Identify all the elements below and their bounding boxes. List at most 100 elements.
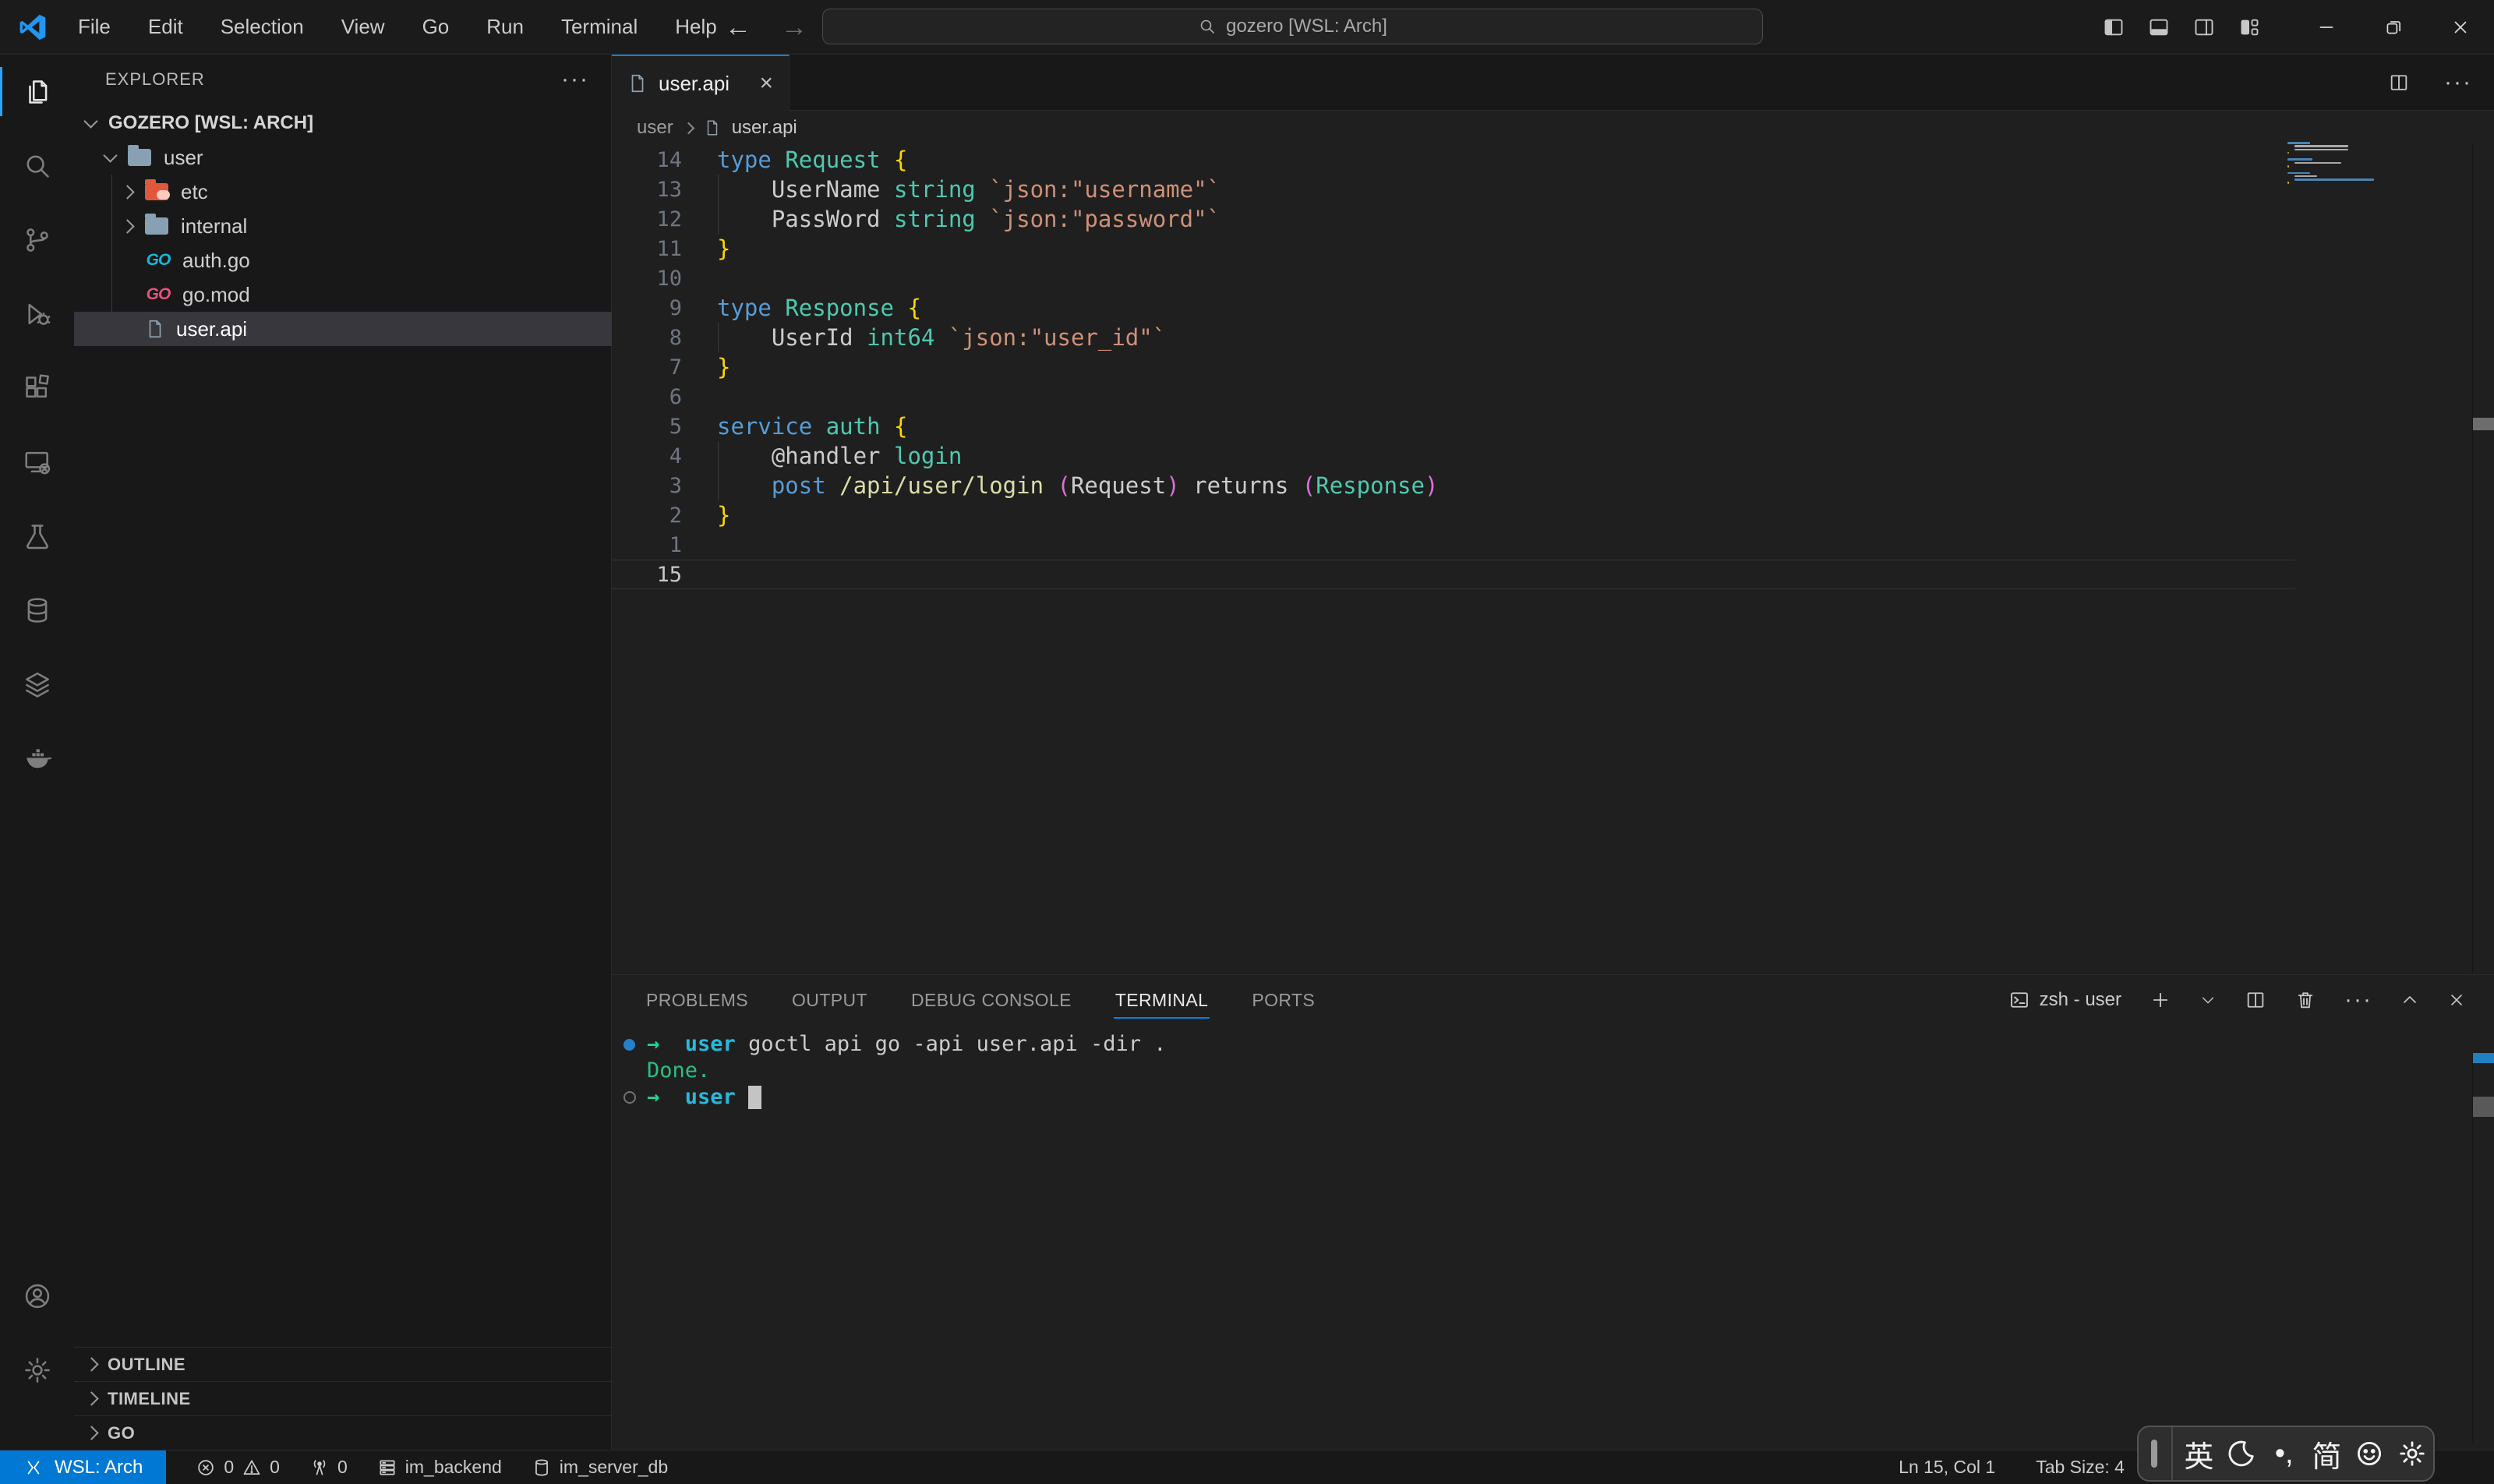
window-close-button[interactable] (2427, 0, 2494, 55)
section-go[interactable]: GO (74, 1415, 612, 1450)
toggle-sidebar-icon[interactable] (2103, 16, 2125, 38)
menu-run[interactable]: Run (471, 10, 539, 44)
database-status[interactable]: im_server_db (532, 1457, 668, 1478)
ime-drag-handle[interactable] (2151, 1440, 2157, 1468)
problems-status[interactable]: 0 0 (196, 1457, 280, 1478)
tree-item-user[interactable]: user (74, 140, 612, 175)
activity-docker-icon[interactable] (0, 721, 74, 795)
command-decoration-success[interactable] (624, 1039, 647, 1051)
terminal-dropdown-chevron-icon[interactable] (2199, 991, 2217, 1009)
tree-item-etc[interactable]: etc (74, 175, 612, 209)
activity-run-debug-icon[interactable] (0, 277, 74, 351)
editor-overview-ruler (2472, 145, 2473, 974)
cursor-position[interactable]: Ln 15, Col 1 (1899, 1457, 1995, 1478)
menu-view[interactable]: View (326, 10, 401, 44)
code-line: 4 @handler login (612, 441, 2494, 471)
code-text: type Request { (682, 145, 907, 175)
database-icon (532, 1458, 552, 1478)
activity-source-control-icon[interactable] (0, 203, 74, 277)
activity-settings-gear-icon[interactable] (0, 1333, 74, 1407)
tree-item-user-api[interactable]: user.api (74, 312, 612, 346)
panel-more-actions-icon[interactable]: ··· (2344, 987, 2372, 1013)
new-terminal-plus-icon[interactable] (2150, 989, 2171, 1011)
command-decoration-pending[interactable] (624, 1091, 647, 1104)
activity-extensions-icon[interactable] (0, 351, 74, 425)
editor-more-actions-icon[interactable]: ··· (2444, 69, 2472, 96)
chevron-right-icon (682, 122, 694, 134)
tab-user-api[interactable]: user.api × (612, 55, 790, 111)
terminal-instance[interactable]: zsh - user (2008, 989, 2121, 1011)
activity-database-icon[interactable] (0, 573, 74, 647)
menu-selection[interactable]: Selection (205, 10, 320, 44)
tab-close-icon[interactable]: × (759, 70, 773, 97)
activity-search-icon[interactable] (0, 129, 74, 203)
panel-tab-debug-console[interactable]: DEBUG CONSOLE (910, 979, 1073, 1019)
split-editor-icon[interactable] (2388, 72, 2410, 94)
indentation[interactable]: Tab Size: 4 (2036, 1457, 2125, 1478)
ime-language-english[interactable]: 英 (2178, 1433, 2220, 1475)
panel-tab-ports[interactable]: PORTS (1250, 979, 1316, 1019)
panel-tab-problems[interactable]: PROBLEMS (645, 979, 750, 1019)
command-center-search[interactable]: gozero [WSL: Arch] (822, 9, 1763, 44)
remote-indicator[interactable]: WSL: Arch (0, 1450, 166, 1484)
section-outline[interactable]: OUTLINE (74, 1347, 612, 1381)
activity-accounts-icon[interactable] (0, 1259, 74, 1333)
menu-go[interactable]: Go (407, 10, 465, 44)
search-icon (1198, 17, 1217, 36)
code-editor[interactable]: 14type Request {13 UserName string `json… (612, 145, 2494, 974)
ime-simplified-chinese[interactable]: 简 (2305, 1433, 2348, 1475)
code-text: post /api/user/login (Request) returns (… (682, 471, 1438, 500)
activity-explorer-icon[interactable] (0, 55, 74, 129)
code-line: 5service auth { (612, 412, 2494, 441)
ime-settings-gear-icon[interactable] (2390, 1439, 2433, 1468)
terminal-output[interactable]: → user goctl api go -api user.api -dir .… (624, 1031, 1167, 1111)
panel-tab-terminal[interactable]: TERMINAL (1114, 979, 1210, 1019)
bottom-panel: PROBLEMS OUTPUT DEBUG CONSOLE TERMINAL PORTS… (612, 974, 2494, 1450)
code-line: 13 UserName string `json:"username"` (612, 175, 2494, 204)
tree-item-go-mod[interactable]: GOgo.mod (74, 277, 612, 312)
minimap[interactable] (2287, 142, 2424, 189)
forwarded-ports-status[interactable]: 0 (309, 1457, 348, 1478)
nav-back-arrow[interactable]: ← (725, 12, 751, 43)
toggle-secondary-sidebar-icon[interactable] (2193, 16, 2215, 38)
tree-root-label: GOZERO [WSL: ARCH] (108, 112, 313, 134)
breadcrumb-file[interactable]: user.api (732, 117, 797, 139)
ime-punctuation-toggle[interactable]: •, (2263, 1437, 2305, 1471)
menu-edit[interactable]: Edit (132, 10, 199, 44)
window-minimize-button[interactable] (2293, 0, 2360, 55)
file-tree: GOZERO [WSL: ARCH] useretcinternalGOauth.… (74, 106, 612, 346)
line-number: 8 (612, 326, 682, 350)
kill-terminal-trash-icon[interactable] (2294, 989, 2316, 1011)
window-restore-button[interactable] (2360, 0, 2427, 55)
maximize-panel-chevron-icon[interactable] (2400, 991, 2419, 1009)
terminal-prompt-line: → user (624, 1084, 1167, 1111)
toggle-panel-icon[interactable] (2148, 16, 2170, 38)
menu-terminal[interactable]: Terminal (546, 10, 653, 44)
warning-count: 0 (270, 1457, 280, 1478)
activity-layers-icon[interactable] (0, 647, 74, 721)
status-bar: WSL: Arch 0 0 0 im_backend im_server_db … (0, 1450, 2494, 1484)
activity-remote-explorer-icon[interactable] (0, 425, 74, 499)
customize-layout-icon[interactable] (2238, 16, 2260, 38)
tree-item-auth-go[interactable]: GOauth.go (74, 243, 612, 277)
ime-emoji-picker-icon[interactable] (2348, 1439, 2391, 1468)
menu-file[interactable]: File (62, 10, 126, 44)
backend-status[interactable]: im_backend (377, 1457, 502, 1478)
explorer-more-actions-icon[interactable]: ··· (561, 66, 589, 93)
nav-forward-arrow[interactable]: → (781, 12, 807, 43)
panel-tab-output[interactable]: OUTPUT (790, 979, 869, 1019)
terminal-output-text: Done. (647, 1058, 710, 1084)
activity-testing-icon[interactable] (0, 499, 74, 573)
split-terminal-icon[interactable] (2245, 989, 2266, 1011)
ime-dark-mode-moon-icon[interactable] (2220, 1439, 2263, 1468)
section-timeline[interactable]: TIMELINE (74, 1381, 612, 1415)
tree-root[interactable]: GOZERO [WSL: ARCH] (74, 106, 612, 140)
editor-tab-bar: user.api × ··· (612, 55, 2494, 111)
code-text: service auth { (682, 412, 907, 441)
menu-help[interactable]: Help (659, 10, 732, 44)
terminal-icon (2008, 989, 2030, 1011)
code-line: 6 (612, 382, 2494, 412)
breadcrumb-folder[interactable]: user (637, 117, 673, 139)
tree-item-internal[interactable]: internal (74, 209, 612, 243)
close-panel-icon[interactable] (2447, 991, 2466, 1009)
